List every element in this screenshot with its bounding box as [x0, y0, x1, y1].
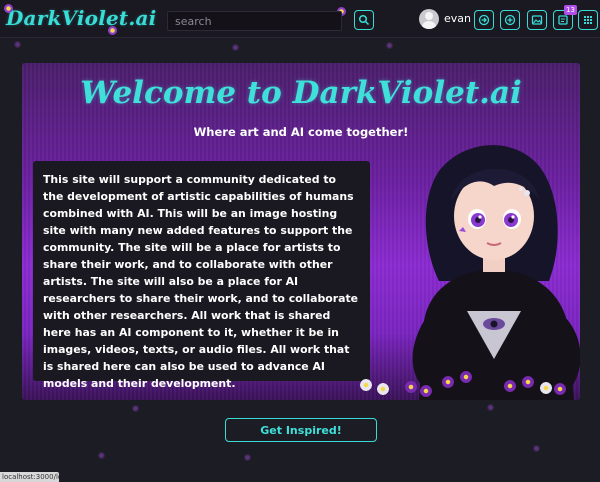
- logo-flower-icon: [4, 4, 13, 13]
- background-flower-icon: [132, 405, 139, 412]
- flower-icon: [504, 380, 516, 392]
- background-flower-icon: [244, 454, 251, 461]
- gallery-button[interactable]: [527, 10, 547, 30]
- top-navigation: DarkViolet.ai evan 13: [0, 0, 600, 38]
- welcome-hero: Welcome to DarkViolet.ai Where art and A…: [22, 63, 580, 400]
- background-flower-icon: [14, 41, 21, 48]
- add-button[interactable]: [500, 10, 520, 30]
- background-flower-icon: [533, 445, 540, 452]
- background-flower-icon: [98, 452, 105, 459]
- logout-button[interactable]: [474, 10, 494, 30]
- flower-icon: [442, 376, 454, 388]
- flower-icon: [377, 383, 389, 395]
- grid-menu-icon: [584, 16, 592, 24]
- page-title: Welcome to DarkViolet.ai: [80, 75, 522, 111]
- notification-badge: 13: [564, 5, 577, 15]
- background-flower-icon: [232, 44, 239, 51]
- status-bar-url: localhost:3000/login: [0, 472, 59, 482]
- site-description: This site will support a community dedic…: [33, 161, 370, 390]
- search-button[interactable]: [354, 10, 374, 30]
- flower-icon: [420, 385, 432, 397]
- flower-icon: [360, 379, 372, 391]
- character-illustration: [412, 145, 580, 400]
- search-icon: [358, 14, 370, 26]
- site-logo[interactable]: DarkViolet.ai: [6, 6, 156, 30]
- user-avatar[interactable]: [419, 9, 439, 29]
- gallery-icon: [531, 15, 543, 25]
- add-icon: [504, 14, 516, 26]
- logout-icon: [478, 14, 490, 26]
- flower-icon: [540, 382, 552, 394]
- flower-icon: [460, 371, 472, 383]
- notifications-icon: [558, 15, 568, 25]
- username-label[interactable]: evan: [444, 12, 471, 25]
- menu-button[interactable]: [578, 10, 598, 30]
- get-inspired-button[interactable]: Get Inspired!: [225, 418, 377, 442]
- flower-icon: [522, 376, 534, 388]
- flower-icon: [554, 383, 566, 395]
- background-flower-icon: [487, 404, 494, 411]
- logo-flower-icon: [108, 26, 117, 35]
- search-input[interactable]: [167, 11, 342, 31]
- background-flower-icon: [386, 42, 393, 49]
- flower-icon: [405, 381, 417, 393]
